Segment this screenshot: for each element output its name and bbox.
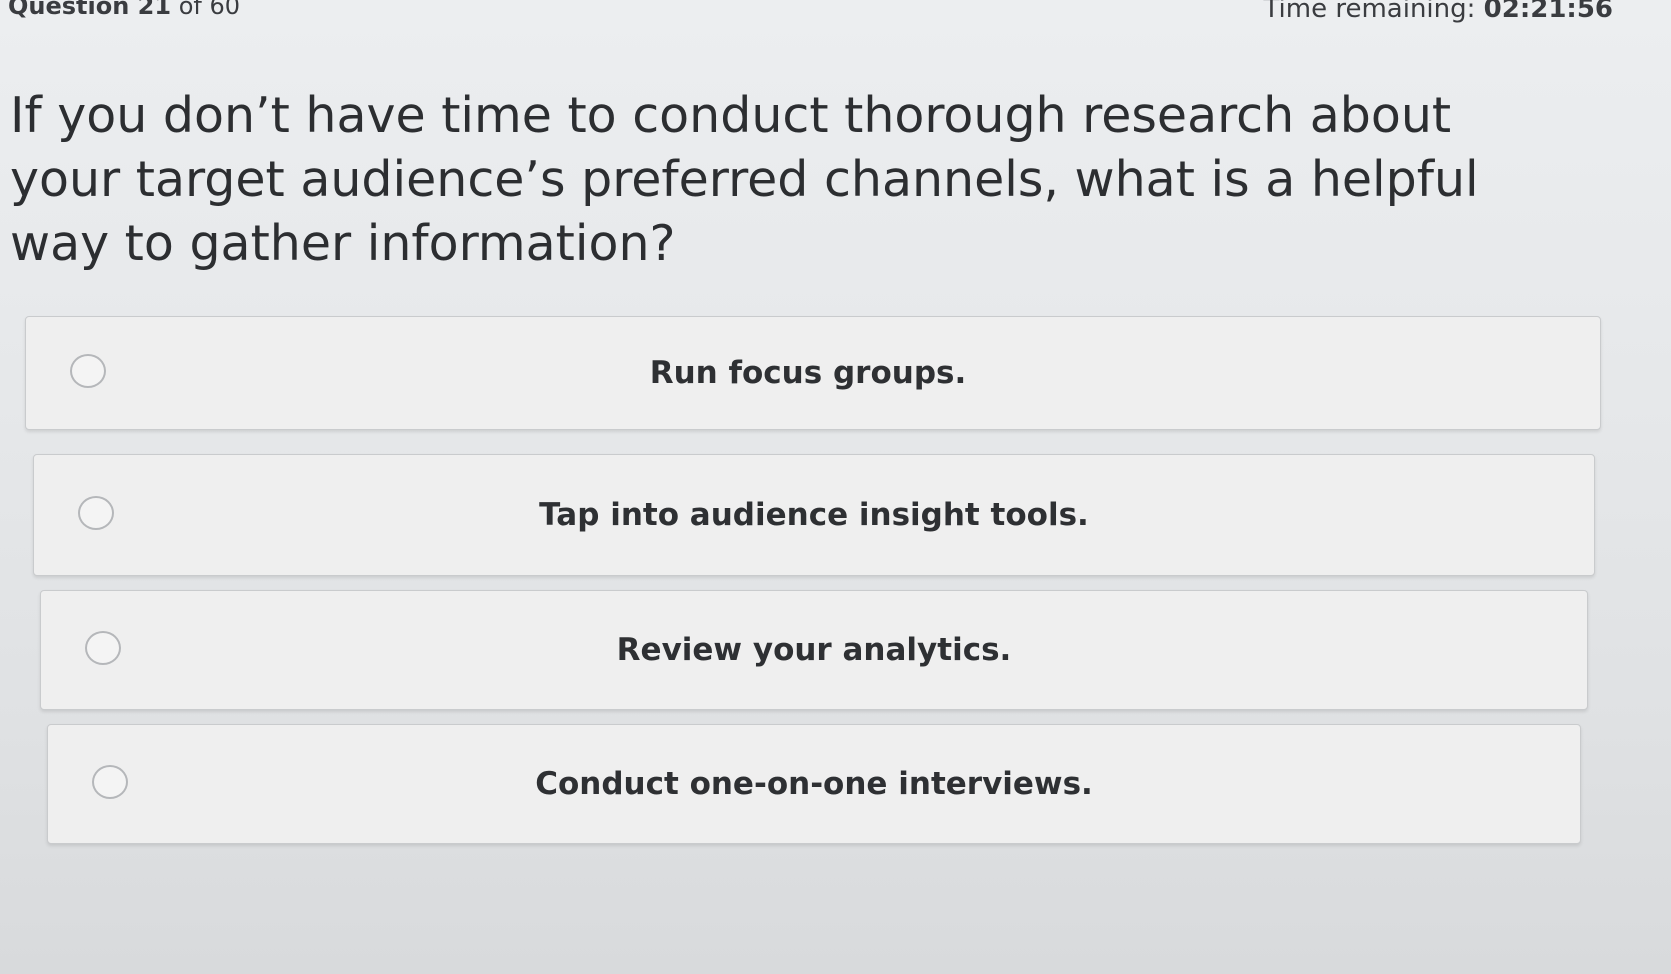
answer-option-label: Review your analytics. — [616, 632, 1012, 668]
answer-option-label: Conduct one-on-one interviews. — [535, 766, 1093, 802]
question-progress: Question 21 of 60 — [8, 0, 240, 20]
question-progress-total: of 60 — [171, 0, 241, 20]
question-text: If you don’t have time to conduct thorou… — [10, 87, 1479, 272]
answer-option-label: Run focus groups. — [649, 355, 967, 391]
answer-option[interactable]: Run focus groups. — [25, 316, 1601, 430]
answer-option[interactable]: Conduct one-on-one interviews. — [47, 724, 1581, 844]
time-remaining-label: Time remaining: — [1263, 0, 1484, 24]
answer-option[interactable]: Tap into audience insight tools. — [33, 454, 1595, 576]
time-remaining-value: 02:21:56 — [1483, 0, 1613, 24]
quiz-header: Question 21 of 60 Time remaining: 02:21:… — [0, 0, 1671, 40]
question-progress-number: Question 21 — [8, 0, 172, 20]
time-remaining: Time remaining: 02:21:56 — [1263, 0, 1613, 24]
answer-option[interactable]: Review your analytics. — [40, 590, 1588, 710]
answer-option-label: Tap into audience insight tools. — [539, 497, 1089, 533]
